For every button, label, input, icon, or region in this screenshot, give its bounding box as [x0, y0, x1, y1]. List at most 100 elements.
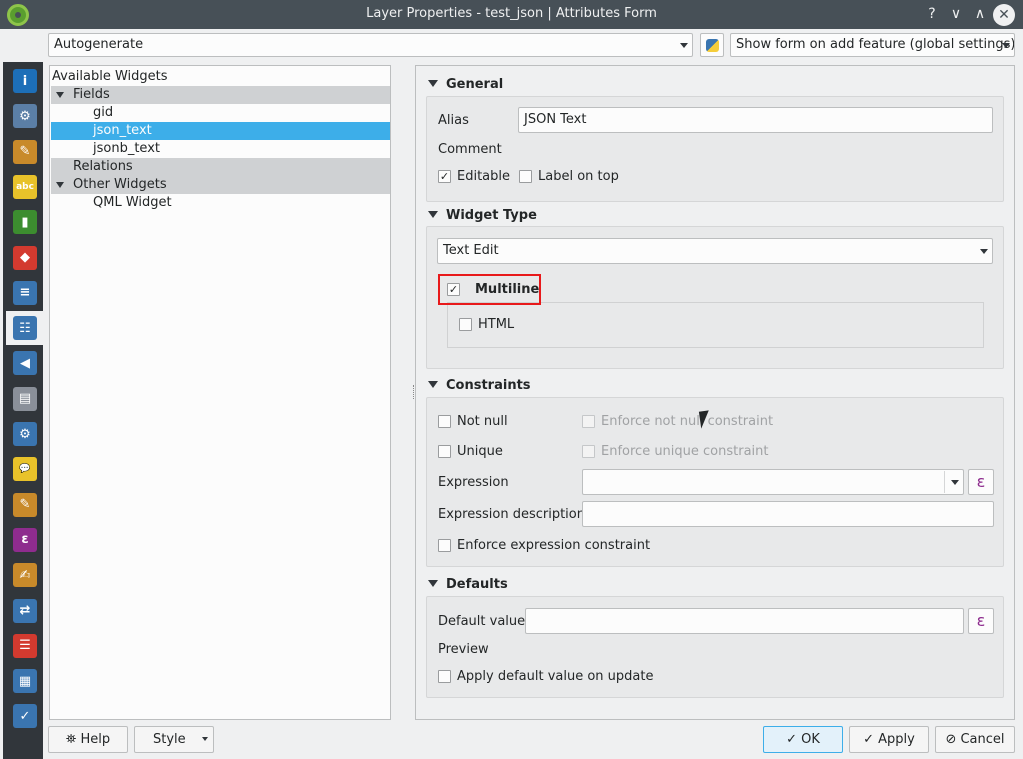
cancel-button[interactable]: ⊘ Cancel	[935, 726, 1015, 753]
sidebar-tab-actions[interactable]: ⚙	[6, 417, 44, 451]
widget-type-section-header[interactable]: Widget Type	[428, 208, 537, 223]
apply-button-label: Apply	[878, 732, 915, 747]
expand-arrow-icon[interactable]	[56, 92, 64, 98]
form-suppress-value: Show form on add feature (global setting…	[736, 37, 1015, 52]
multiline-label[interactable]: Multiline	[475, 282, 539, 297]
field-properties-panel: General Alias JSON Text Comment ✓ Editab…	[415, 65, 1015, 720]
help-title-button[interactable]: ?	[922, 4, 942, 24]
not-null-checkbox[interactable]	[438, 415, 451, 428]
labels-icon: abc	[13, 174, 37, 199]
help-button[interactable]: ⛯ Help	[48, 726, 128, 753]
sidebar-tab-legend[interactable]: ☰	[6, 629, 44, 663]
collapse-arrow-icon	[428, 580, 438, 587]
default-value-label: Default value	[438, 614, 526, 629]
sidebar-tab-dependencies[interactable]: ⇄	[6, 594, 44, 628]
label-on-top-label[interactable]: Label on top	[538, 169, 619, 184]
ok-button[interactable]: ✓ OK	[763, 726, 843, 753]
layout-combo-value: Autogenerate	[54, 37, 144, 52]
epsilon-icon: ε	[13, 527, 37, 552]
defaults-section-header[interactable]: Defaults	[428, 577, 508, 592]
expression-dropdown[interactable]	[943, 469, 964, 495]
sidebar-tab-attributes-form[interactable]: ☷	[6, 311, 44, 346]
constraints-section-header[interactable]: Constraints	[428, 378, 531, 393]
enforce-unique-checkbox[interactable]	[582, 445, 595, 458]
sidebar-tab-digitizing[interactable]: ✓	[6, 699, 44, 733]
expression-input[interactable]	[582, 469, 964, 495]
python-init-button[interactable]	[700, 33, 724, 57]
close-button[interactable]: ✕	[993, 4, 1015, 26]
sidebar-tab-auxiliary-storage[interactable]: ▤	[6, 382, 44, 416]
sidebar-tab-symbology[interactable]: ✎	[6, 135, 44, 169]
expression-builder-button[interactable]: ε	[968, 469, 994, 495]
widget-type-combo[interactable]: Text Edit	[437, 238, 993, 264]
apply-button[interactable]: ✓ Apply	[849, 726, 929, 753]
sidebar-tab-rendering[interactable]: ✎	[6, 488, 44, 522]
alias-input[interactable]: JSON Text	[518, 107, 993, 133]
label-on-top-checkbox[interactable]	[519, 170, 532, 183]
enforce-expression-checkbox[interactable]	[438, 539, 451, 552]
diagram-icon: ▮	[13, 210, 37, 235]
apply-on-update-label[interactable]: Apply default value on update	[457, 669, 653, 684]
help-button-label: Help	[80, 732, 111, 747]
sidebar-tab-metadata[interactable]: ✍	[6, 558, 44, 592]
wrench-icon: ⚙	[13, 104, 37, 129]
tree-group-fields[interactable]: Fields	[51, 86, 390, 104]
editable-label[interactable]: Editable	[457, 169, 510, 184]
sidebar-tab-variables[interactable]: ε	[6, 523, 44, 557]
enforce-expression-label[interactable]: Enforce expression constraint	[457, 538, 650, 553]
tree-item-jsonb-text[interactable]: jsonb_text	[51, 140, 390, 158]
html-label[interactable]: HTML	[478, 317, 514, 332]
maximize-button[interactable]: ∧	[970, 4, 990, 24]
cancel-button-label: Cancel	[960, 732, 1005, 747]
style-button[interactable]: Style	[134, 726, 214, 753]
form-icon: ☷	[13, 316, 37, 341]
tree-group-other[interactable]: Other Widgets	[51, 176, 390, 194]
tree-item-gid[interactable]: gid	[51, 104, 390, 122]
defaults-group: Default value ε Preview Apply default va…	[426, 596, 1004, 698]
expression-description-input[interactable]	[582, 501, 994, 527]
info-icon: i	[13, 69, 37, 93]
enforce-not-null-label[interactable]: Enforce not null constraint	[601, 414, 773, 429]
general-section-header[interactable]: General	[428, 77, 503, 92]
sidebar-tab-joins[interactable]: ◀	[6, 346, 44, 380]
form-suppress-combo[interactable]: Show form on add feature (global setting…	[730, 33, 1015, 57]
sidebar-tab-fields[interactable]: ≡	[6, 276, 44, 310]
sidebar-tab-diagrams[interactable]: ▮	[6, 205, 44, 239]
tree-group-relations[interactable]: Relations	[51, 158, 390, 176]
sidebar-tab-labels[interactable]: abc	[6, 170, 44, 204]
constraints-section-title: Constraints	[446, 378, 531, 393]
sidebar-tab-3d-view[interactable]: ◆	[6, 241, 44, 275]
alias-label: Alias	[438, 113, 469, 128]
multiline-checkbox[interactable]: ✓	[447, 283, 460, 296]
default-expression-button[interactable]: ε	[968, 608, 994, 634]
display-icon: 💬	[13, 457, 37, 482]
layout-combo[interactable]: Autogenerate	[48, 33, 693, 57]
legend-icon: ☰	[13, 633, 37, 658]
enforce-unique-label[interactable]: Enforce unique constraint	[601, 444, 769, 459]
unique-label[interactable]: Unique	[457, 444, 503, 459]
epsilon-icon: ε	[976, 611, 986, 630]
minimize-button[interactable]: ∨	[946, 4, 966, 24]
window-title: Layer Properties - test_json | Attribute…	[366, 6, 657, 21]
html-checkbox[interactable]	[459, 318, 472, 331]
sidebar-tab-display[interactable]: 💬	[6, 452, 44, 486]
widget-type-section-title: Widget Type	[446, 208, 537, 223]
sidebar-tab-information[interactable]: i	[6, 64, 44, 98]
mouse-cursor	[698, 410, 712, 429]
sidebar-tab-source[interactable]: ⚙	[6, 99, 44, 133]
not-null-label[interactable]: Not null	[457, 414, 508, 429]
tree-group-label: Other Widgets	[73, 177, 167, 192]
expand-arrow-icon[interactable]	[56, 182, 64, 188]
collapse-arrow-icon	[428, 381, 438, 388]
enforce-not-null-checkbox[interactable]	[582, 415, 595, 428]
apply-on-update-checkbox[interactable]	[438, 670, 451, 683]
tree-item-qml-widget[interactable]: QML Widget	[51, 194, 390, 212]
ok-button-label: OK	[801, 732, 820, 747]
check-icon: ✓	[863, 732, 879, 747]
default-value-input[interactable]	[525, 608, 964, 634]
sidebar-tab-qgis-server[interactable]: ▦	[6, 664, 44, 698]
tree-item-json-text[interactable]: json_text	[51, 122, 390, 140]
unique-checkbox[interactable]	[438, 445, 451, 458]
editable-checkbox[interactable]: ✓	[438, 170, 451, 183]
collapse-arrow-icon	[428, 211, 438, 218]
